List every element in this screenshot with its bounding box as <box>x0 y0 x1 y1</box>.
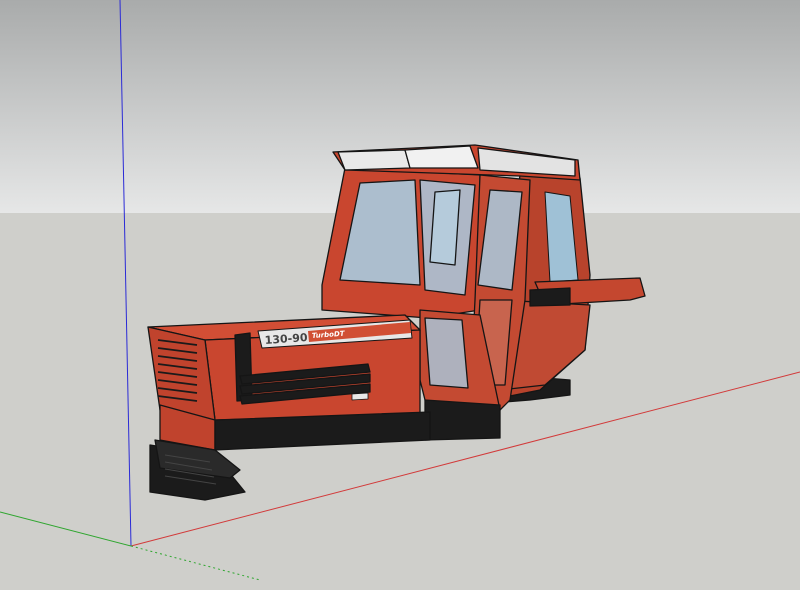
roof-panel-mid <box>404 145 479 169</box>
roof-panel-left <box>337 149 411 171</box>
rear-arm-dark <box>529 287 571 307</box>
small-plate <box>351 392 369 401</box>
step-glass <box>424 317 469 389</box>
cab-inner-glass <box>429 189 461 266</box>
3d-viewport[interactable]: 130-90 TurboDT <box>0 0 800 590</box>
cab-step-base <box>424 399 501 441</box>
